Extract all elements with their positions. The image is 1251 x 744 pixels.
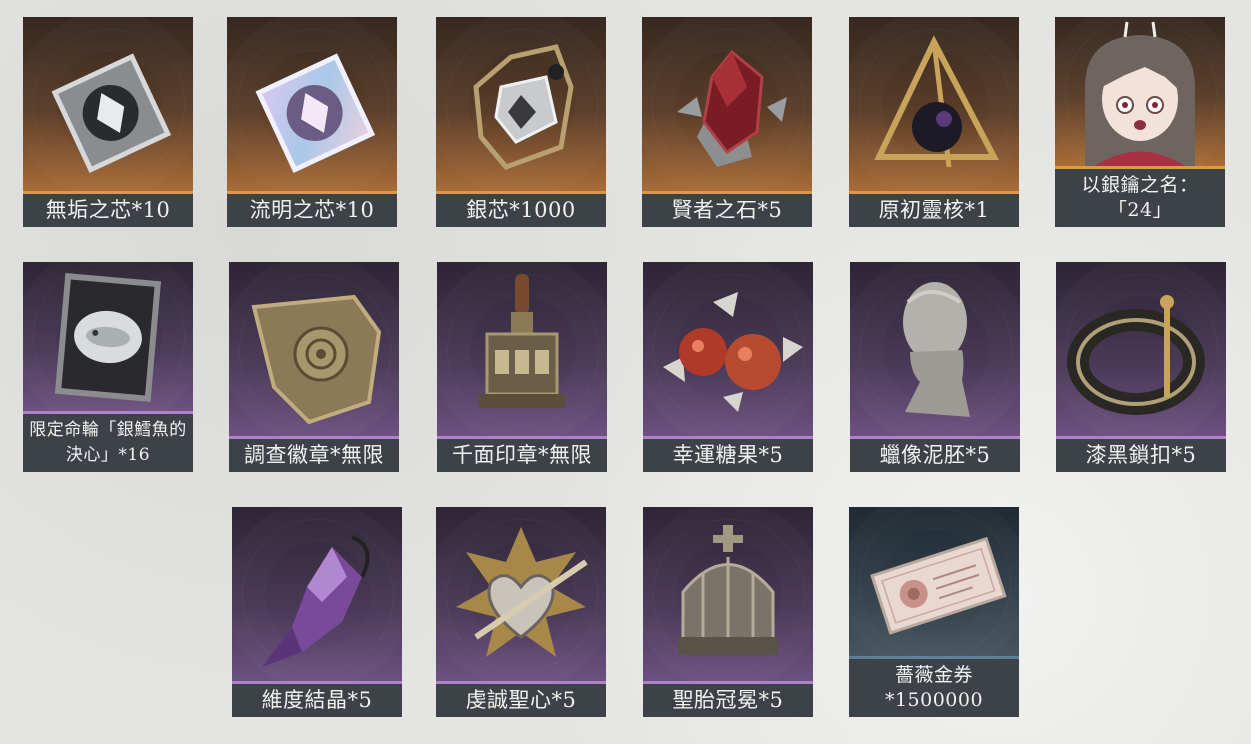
reward-item-thousand-face-seal: 千面印章*無限 bbox=[437, 262, 607, 472]
item-label: 流明之芯*10 bbox=[227, 194, 397, 227]
reward-item-investigation-badge: 調查徽章*無限 bbox=[229, 262, 399, 472]
silver-core-icon bbox=[436, 17, 606, 194]
item-label: 虔誠聖心*5 bbox=[436, 684, 606, 717]
crown-icon bbox=[643, 507, 813, 684]
reward-item-pitch-black-clasp: 漆黑鎖扣*5 bbox=[1056, 262, 1226, 472]
reward-item-flawless-core: 無垢之芯*10 bbox=[23, 17, 193, 227]
pyramid-core-icon bbox=[849, 17, 1019, 194]
item-label: 漆黑鎖扣*5 bbox=[1056, 439, 1226, 472]
item-label: 維度結晶*5 bbox=[232, 684, 402, 717]
item-label: 銀芯*1000 bbox=[436, 194, 606, 227]
reward-item-limited-fate-wheel: 限定命輪「銀鱈魚的決心」*16 bbox=[23, 262, 193, 472]
reward-item-philosopher-stone: 賢者之石*5 bbox=[642, 17, 812, 227]
reward-item-primordial-core: 原初靈核*1 bbox=[849, 17, 1019, 227]
reward-item-silver-core: 銀芯*1000 bbox=[436, 17, 606, 227]
stamp-icon bbox=[437, 262, 607, 439]
framed-fish-card-icon bbox=[23, 262, 193, 414]
bust-icon bbox=[850, 262, 1020, 439]
reward-item-lumen-core: 流明之芯*10 bbox=[227, 17, 397, 227]
item-label: 千面印章*無限 bbox=[437, 439, 607, 472]
item-label: 限定命輪「銀鱈魚的決心」*16 bbox=[23, 414, 193, 472]
reward-item-lucky-candy: 幸運糖果*5 bbox=[643, 262, 813, 472]
item-label: 原初靈核*1 bbox=[849, 194, 1019, 227]
sacred-heart-icon bbox=[436, 507, 606, 684]
item-label: 薔薇金券*1500000 bbox=[849, 659, 1019, 717]
item-label: 無垢之芯*10 bbox=[23, 194, 193, 227]
silver-cube-icon bbox=[23, 17, 193, 194]
candy-icon bbox=[643, 262, 813, 439]
reward-item-rose-gold-voucher: 薔薇金券*1500000 bbox=[849, 507, 1019, 717]
item-label: 以銀鑰之名：「24」 bbox=[1055, 169, 1225, 227]
reward-item-devout-heart: 虔誠聖心*5 bbox=[436, 507, 606, 717]
item-label: 聖胎冠冕*5 bbox=[643, 684, 813, 717]
item-label: 蠟像泥胚*5 bbox=[850, 439, 1020, 472]
character-portrait bbox=[1055, 17, 1225, 169]
red-crystal-icon bbox=[642, 17, 812, 194]
reward-item-silver-key-title: 以銀鑰之名：「24」 bbox=[1055, 17, 1225, 227]
item-label: 調查徽章*無限 bbox=[229, 439, 399, 472]
rose-badge-icon bbox=[229, 262, 399, 439]
item-label: 賢者之石*5 bbox=[642, 194, 812, 227]
purple-crystal-icon bbox=[232, 507, 402, 684]
reward-item-wax-bust: 蠟像泥胚*5 bbox=[850, 262, 1020, 472]
rose-ticket-icon bbox=[849, 507, 1019, 659]
item-label: 幸運糖果*5 bbox=[643, 439, 813, 472]
reward-item-holy-fetus-crown: 聖胎冠冕*5 bbox=[643, 507, 813, 717]
reward-item-dimension-crystal: 維度結晶*5 bbox=[232, 507, 402, 717]
shackle-icon bbox=[1056, 262, 1226, 439]
iridescent-cube-icon bbox=[227, 17, 397, 194]
